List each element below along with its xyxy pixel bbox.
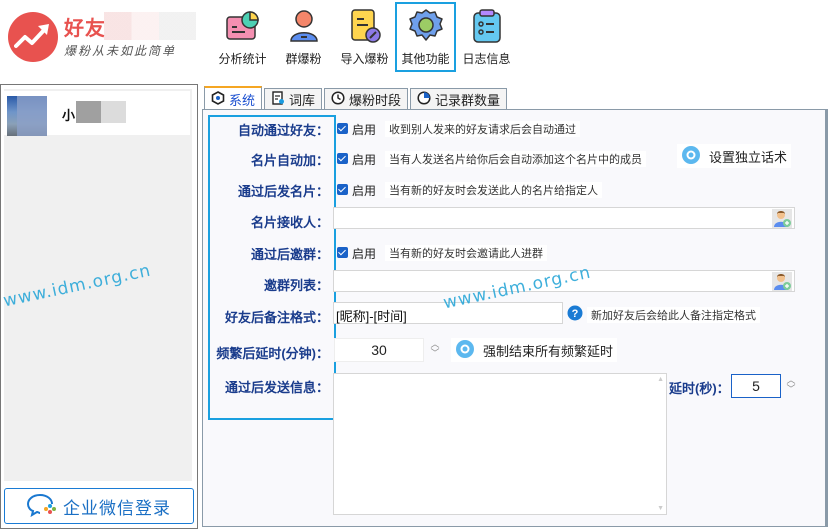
force-end-delay-label: 强制结束所有频繁延时 — [483, 343, 614, 359]
add-person-icon[interactable] — [772, 209, 792, 228]
tab-boost-periods[interactable]: 爆粉时段 — [324, 88, 409, 110]
freq-delay-input[interactable]: 30 — [334, 338, 424, 362]
invite-group-label: 通过后邀群： — [250, 247, 329, 262]
toolbar-label: 导入爆粉 — [340, 52, 389, 66]
freq-delay-spinner[interactable]: ︿ ﹀ — [429, 340, 441, 360]
clipboard-log-icon — [469, 8, 505, 44]
toolbar-analytics-button[interactable]: 分析统计 — [212, 2, 273, 72]
auto-accept-checkbox-label[interactable]: 启用 — [352, 121, 376, 138]
send-delay-spinner[interactable]: ︿ ﹀ — [785, 376, 797, 396]
tab-label: 爆粉时段 — [349, 93, 402, 108]
send-delay-input[interactable]: 5 — [731, 374, 781, 398]
logo-title: 好友 — [64, 18, 106, 40]
logo-title-redacted — [104, 12, 196, 40]
card-auto-add-label: 名片自动加： — [250, 153, 329, 168]
wecom-login-label: 企业微信登录 — [63, 498, 171, 518]
freq-delay-label: 频繁后延时(分钟)： — [216, 346, 329, 361]
send-card-label: 通过后发名片： — [237, 184, 329, 199]
trend-arrow-icon — [8, 12, 58, 62]
group-user-icon — [286, 8, 322, 44]
tab-label: 词库 — [289, 93, 316, 108]
force-end-delay-button[interactable]: 强制结束所有频繁延时 — [451, 338, 618, 362]
tab-system[interactable]: 系统 — [204, 86, 263, 110]
wecom-chat-icon — [26, 493, 57, 520]
settings-gear-icon — [681, 145, 701, 168]
toolbar-label: 群爆粉 — [285, 52, 322, 66]
invite-group-checkbox[interactable] — [337, 247, 348, 258]
analytics-icon — [225, 8, 261, 44]
gear-icon — [408, 8, 444, 44]
clock-icon — [331, 91, 345, 108]
main-toolbar: 分析统计 群爆粉 导入爆粉 其他功能 日志信息 — [212, 2, 517, 72]
app-window: 好友 爆粉从未如此简单 分析统计 群爆粉 导入爆粉 其他功能 日志信息 小 企业… — [0, 0, 831, 529]
invite-group-list-input[interactable] — [333, 270, 795, 292]
send-card-checkbox-label[interactable]: 启用 — [352, 182, 376, 199]
card-auto-add-checkbox[interactable] — [337, 153, 348, 164]
logo-slogan: 爆粉从未如此简单 — [64, 44, 177, 58]
send-message-label: 通过后发送信息： — [224, 380, 329, 395]
toolbar-group-boost-button[interactable]: 群爆粉 — [273, 2, 334, 72]
toolbar-import-button[interactable]: 导入爆粉 — [334, 2, 395, 72]
account-panel: 小 企业微信登录 — [0, 84, 198, 529]
wecom-login-button[interactable]: 企业微信登录 — [4, 488, 194, 524]
app-logo: 好友 爆粉从未如此简单 — [8, 8, 208, 68]
hexagon-dot-icon — [211, 90, 225, 108]
account-name: 小 — [62, 108, 76, 123]
invite-group-checkbox-label[interactable]: 启用 — [352, 245, 376, 262]
remark-format-input[interactable]: [昵称]-[时间] — [333, 302, 563, 324]
card-auto-add-hint: 当有人发送名片给你后会自动添加这个名片中的成员 — [385, 151, 646, 167]
account-name-redacted — [76, 101, 126, 123]
card-receiver-input[interactable] — [333, 207, 795, 229]
toolbar-other-functions-button[interactable]: 其他功能 — [395, 2, 456, 72]
auto-accept-hint: 收到别人发来的好友请求后会自动通过 — [385, 121, 580, 137]
auto-accept-label: 自动通过好友： — [237, 123, 329, 138]
auto-accept-checkbox[interactable] — [337, 123, 348, 134]
remark-format-label: 好友后备注格式： — [224, 310, 329, 325]
send-message-textarea[interactable]: ▲ ▼ — [333, 373, 667, 515]
help-icon[interactable]: ? — [567, 305, 583, 324]
svg-text:?: ? — [572, 308, 579, 320]
tab-label: 记录群数量 — [435, 93, 501, 108]
toolbar-label: 分析统计 — [218, 52, 267, 66]
document-icon — [271, 91, 285, 108]
tab-bar: 系统 词库 爆粉时段 记录群数量 — [204, 86, 509, 110]
avatar — [7, 96, 47, 136]
account-item[interactable]: 小 — [4, 91, 190, 136]
remark-format-hint: 新加好友后会给此人备注指定格式 — [587, 307, 760, 323]
system-settings-panel: 自动通过好友： 启用 收到别人发来的好友请求后会自动通过 名片自动加： 启用 当… — [202, 109, 828, 527]
custom-script-label: 设置独立话术 — [709, 149, 788, 165]
custom-script-button[interactable]: 设置独立话术 — [677, 144, 792, 168]
send-delay-label: 延时(秒)： — [669, 381, 730, 396]
tab-wordbank[interactable]: 词库 — [264, 88, 323, 110]
scroll-down-arrow[interactable]: ▼ — [657, 505, 664, 512]
import-file-icon — [347, 8, 383, 44]
send-card-checkbox[interactable] — [337, 184, 348, 195]
send-card-hint: 当有新的好友时会发送此人的名片给指定人 — [385, 182, 602, 198]
account-list[interactable]: 小 — [4, 89, 192, 481]
remark-format-value: [昵称]-[时间] — [336, 309, 407, 324]
card-auto-add-checkbox-label[interactable]: 启用 — [352, 151, 376, 168]
settings-gear-icon — [455, 339, 475, 362]
card-receiver-label: 名片接收人： — [250, 215, 329, 230]
invite-group-list-label: 邀群列表： — [263, 278, 329, 293]
add-person-icon[interactable] — [772, 272, 792, 291]
tab-group-count[interactable]: 记录群数量 — [410, 88, 508, 110]
settings-area: 系统 词库 爆粉时段 记录群数量 自动通过好友： 启用 收到别人发来的好友请求后… — [200, 84, 831, 529]
scroll-up-arrow[interactable]: ▲ — [657, 376, 664, 383]
invite-group-hint: 当有新的好友时会邀请此人进群 — [385, 245, 547, 261]
toolbar-log-button[interactable]: 日志信息 — [456, 2, 517, 72]
pie-icon — [417, 91, 431, 108]
toolbar-label: 其他功能 — [401, 52, 450, 66]
toolbar-label: 日志信息 — [462, 52, 511, 66]
tab-label: 系统 — [229, 92, 256, 108]
